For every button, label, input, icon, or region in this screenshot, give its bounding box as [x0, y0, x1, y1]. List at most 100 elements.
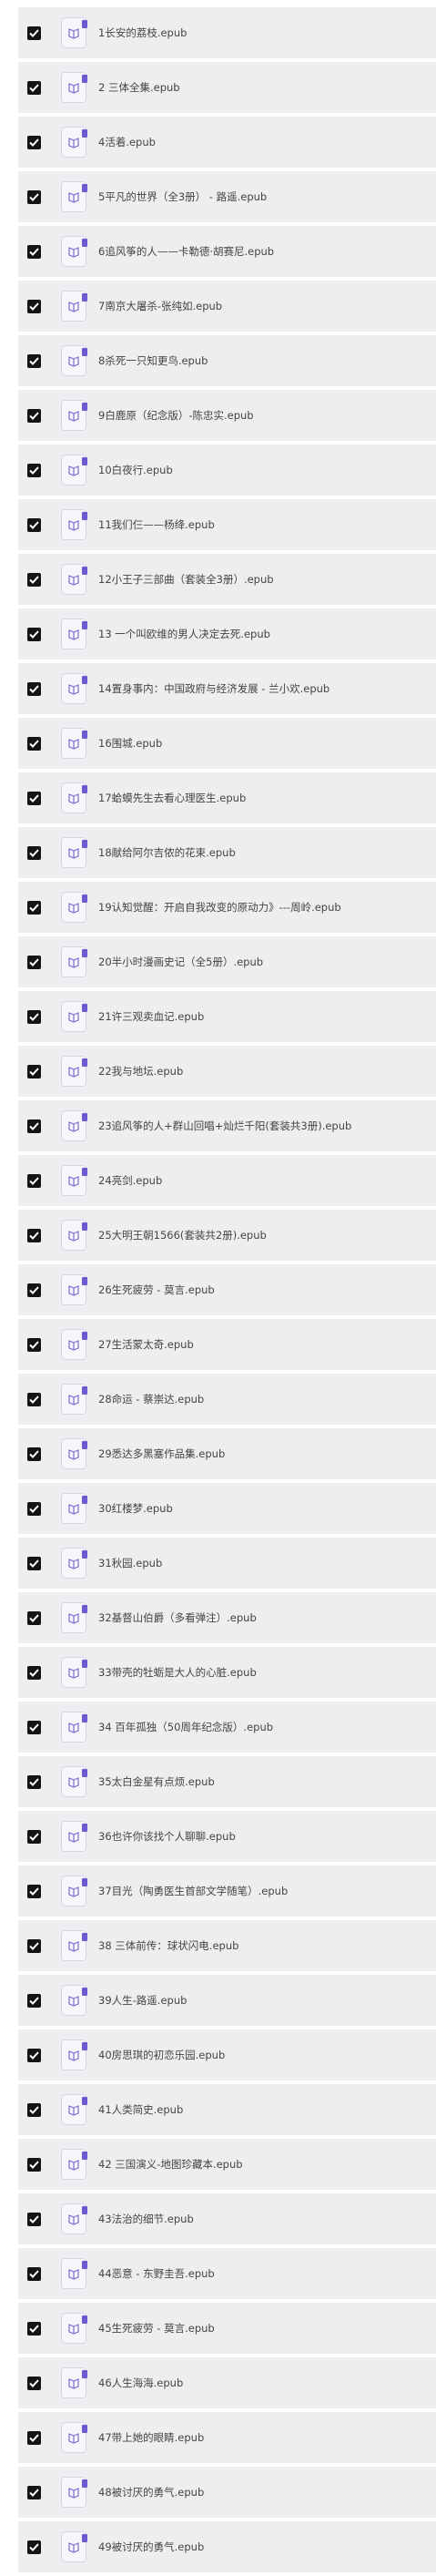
checked-checkbox-icon[interactable] [27, 955, 41, 969]
checked-checkbox-icon[interactable] [27, 1720, 41, 1734]
checked-checkbox-icon[interactable] [27, 736, 41, 751]
file-row[interactable]: 24亮剑.epub [18, 1155, 436, 1206]
file-row[interactable]: 16围城.epub [18, 718, 436, 769]
checked-checkbox-icon[interactable] [27, 1446, 41, 1461]
checked-checkbox-icon[interactable] [27, 2430, 41, 2445]
checked-checkbox-icon[interactable] [27, 1228, 41, 1242]
file-row[interactable]: 21许三观卖血记.epub [18, 991, 436, 1042]
file-row[interactable]: 26生死疲劳 - 莫言.epub [18, 1264, 436, 1315]
file-row[interactable]: 12小王子三部曲（套装全3册）.epub [18, 554, 436, 605]
file-row[interactable]: 38 三体前传：球状闪电.epub [18, 1920, 436, 1971]
checked-checkbox-icon[interactable] [27, 80, 41, 95]
checked-checkbox-icon[interactable] [27, 2048, 41, 2062]
checked-checkbox-icon[interactable] [27, 1774, 41, 1789]
checked-checkbox-icon[interactable] [27, 299, 41, 313]
checked-checkbox-icon[interactable] [27, 572, 41, 587]
checked-checkbox-icon[interactable] [27, 1884, 41, 1898]
checked-checkbox-icon[interactable] [27, 900, 41, 915]
file-name: 48被讨厌的勇气.epub [98, 2486, 205, 2499]
file-row[interactable]: 1长安的荔枝.epub [18, 7, 436, 58]
file-row[interactable]: 37目光（陶勇医生首部文学随笔）.epub [18, 1866, 436, 1917]
bookmark-badge-icon [82, 1550, 87, 1559]
checked-checkbox-icon[interactable] [27, 681, 41, 696]
checked-checkbox-icon[interactable] [27, 353, 41, 368]
file-row[interactable]: 27生活蒙太奇.epub [18, 1319, 436, 1370]
file-row[interactable]: 23追风筝的人+群山回唱+灿烂千阳(套装共3册).epub [18, 1100, 436, 1151]
file-row[interactable]: 22我与地坛.epub [18, 1046, 436, 1097]
checked-checkbox-icon[interactable] [27, 463, 41, 477]
file-row[interactable]: 9白鹿原（纪念版）-陈忠实.epub [18, 390, 436, 441]
file-row[interactable]: 14置身事内：中国政府与经济发展 - 兰小欢.epub [18, 663, 436, 714]
checked-checkbox-icon[interactable] [27, 1501, 41, 1516]
file-row[interactable]: 4活着.epub [18, 117, 436, 168]
checked-checkbox-icon[interactable] [27, 845, 41, 860]
file-row[interactable]: 44恶意 - 东野圭吾.epub [18, 2248, 436, 2299]
file-row[interactable]: 10白夜行.epub [18, 445, 436, 496]
file-row[interactable]: 48被讨厌的勇气.epub [18, 2467, 436, 2518]
file-name: 6追风筝的人——卡勒德·胡赛尼.epub [98, 245, 275, 258]
checked-checkbox-icon[interactable] [27, 627, 41, 641]
checked-checkbox-icon[interactable] [27, 1392, 41, 1406]
file-row[interactable]: 29悉达多黑塞作品集.epub [18, 1428, 436, 1479]
checked-checkbox-icon[interactable] [27, 1556, 41, 1570]
checked-checkbox-icon[interactable] [27, 1119, 41, 1133]
file-row[interactable]: 19认知觉醒：开启自我改变的原动力》---周岭.epub [18, 882, 436, 933]
checked-checkbox-icon[interactable] [27, 2212, 41, 2226]
file-row[interactable]: 32基督山伯爵（多看弹注）.epub [18, 1592, 436, 1643]
checked-checkbox-icon[interactable] [27, 2540, 41, 2554]
checked-checkbox-icon[interactable] [27, 2376, 41, 2390]
checked-checkbox-icon[interactable] [27, 2485, 41, 2499]
checked-checkbox-icon[interactable] [27, 1829, 41, 1844]
file-row[interactable]: 42 三国演义-地图珍藏本.epub [18, 2139, 436, 2190]
checked-checkbox-icon[interactable] [27, 1665, 41, 1680]
file-row[interactable]: 2 三体全集.epub [18, 62, 436, 113]
file-name: 25大明王朝1566(套装共2册).epub [98, 1229, 267, 1242]
file-row[interactable]: 13 一个叫欧维的男人决定去死.epub [18, 608, 436, 659]
checked-checkbox-icon[interactable] [27, 1283, 41, 1297]
file-row[interactable]: 40房思琪的初恋乐园.epub [18, 2029, 436, 2080]
file-name: 2 三体全集.epub [98, 81, 180, 94]
file-row[interactable]: 36也许你该找个人聊聊.epub [18, 1811, 436, 1862]
file-row[interactable]: 46人生海海.epub [18, 2357, 436, 2408]
checked-checkbox-icon[interactable] [27, 26, 41, 40]
checked-checkbox-icon[interactable] [27, 2266, 41, 2281]
file-row[interactable]: 34 百年孤独（50周年纪念版）.epub [18, 1702, 436, 1753]
file-row[interactable]: 17蛤蟆先生去看心理医生.epub [18, 772, 436, 823]
checked-checkbox-icon[interactable] [27, 1938, 41, 1953]
file-row[interactable]: 30红楼梦.epub [18, 1483, 436, 1534]
checked-checkbox-icon[interactable] [27, 2102, 41, 2117]
file-row[interactable]: 45生死疲劳 - 莫言.epub [18, 2303, 436, 2354]
bookmark-badge-icon [82, 2425, 87, 2433]
file-row[interactable]: 28命运 - 蔡崇达.epub [18, 1374, 436, 1425]
file-row[interactable]: 11我们仨——杨绛.epub [18, 499, 436, 550]
file-row[interactable]: 20半小时漫画史记（全5册）.epub [18, 936, 436, 987]
checked-checkbox-icon[interactable] [27, 1337, 41, 1352]
checked-checkbox-icon[interactable] [27, 135, 41, 149]
file-row[interactable]: 47带上她的眼睛.epub [18, 2412, 436, 2463]
file-row[interactable]: 39人生-路遥.epub [18, 1975, 436, 2026]
file-row[interactable]: 6追风筝的人——卡勒德·胡赛尼.epub [18, 226, 436, 277]
file-row[interactable]: 7南京大屠杀-张纯如.epub [18, 281, 436, 332]
file-row[interactable]: 41人类简史.epub [18, 2084, 436, 2135]
file-row[interactable]: 49被讨厌的勇气.epub [18, 2521, 436, 2572]
file-row[interactable]: 8杀死一只知更鸟.epub [18, 335, 436, 386]
checked-checkbox-icon[interactable] [27, 791, 41, 805]
checked-checkbox-icon[interactable] [27, 2321, 41, 2336]
checked-checkbox-icon[interactable] [27, 244, 41, 259]
file-row[interactable]: 33带壳的牡蛎是大人的心脏.epub [18, 1647, 436, 1698]
checked-checkbox-icon[interactable] [27, 517, 41, 532]
checked-checkbox-icon[interactable] [27, 1173, 41, 1188]
checked-checkbox-icon[interactable] [27, 408, 41, 423]
file-row[interactable]: 18献给阿尔吉侬的花束.epub [18, 827, 436, 878]
checked-checkbox-icon[interactable] [27, 189, 41, 204]
file-row[interactable]: 35太白金星有点烦.epub [18, 1756, 436, 1807]
file-row[interactable]: 31秋园.epub [18, 1538, 436, 1589]
checked-checkbox-icon[interactable] [27, 1993, 41, 2008]
checked-checkbox-icon[interactable] [27, 1610, 41, 1625]
file-row[interactable]: 25大明王朝1566(套装共2册).epub [18, 1210, 436, 1261]
file-row[interactable]: 43法治的细节.epub [18, 2193, 436, 2244]
file-row[interactable]: 5平凡的世界（全3册） - 路遥.epub [18, 171, 436, 222]
checked-checkbox-icon[interactable] [27, 1064, 41, 1078]
checked-checkbox-icon[interactable] [27, 1009, 41, 1024]
checked-checkbox-icon[interactable] [27, 2157, 41, 2172]
